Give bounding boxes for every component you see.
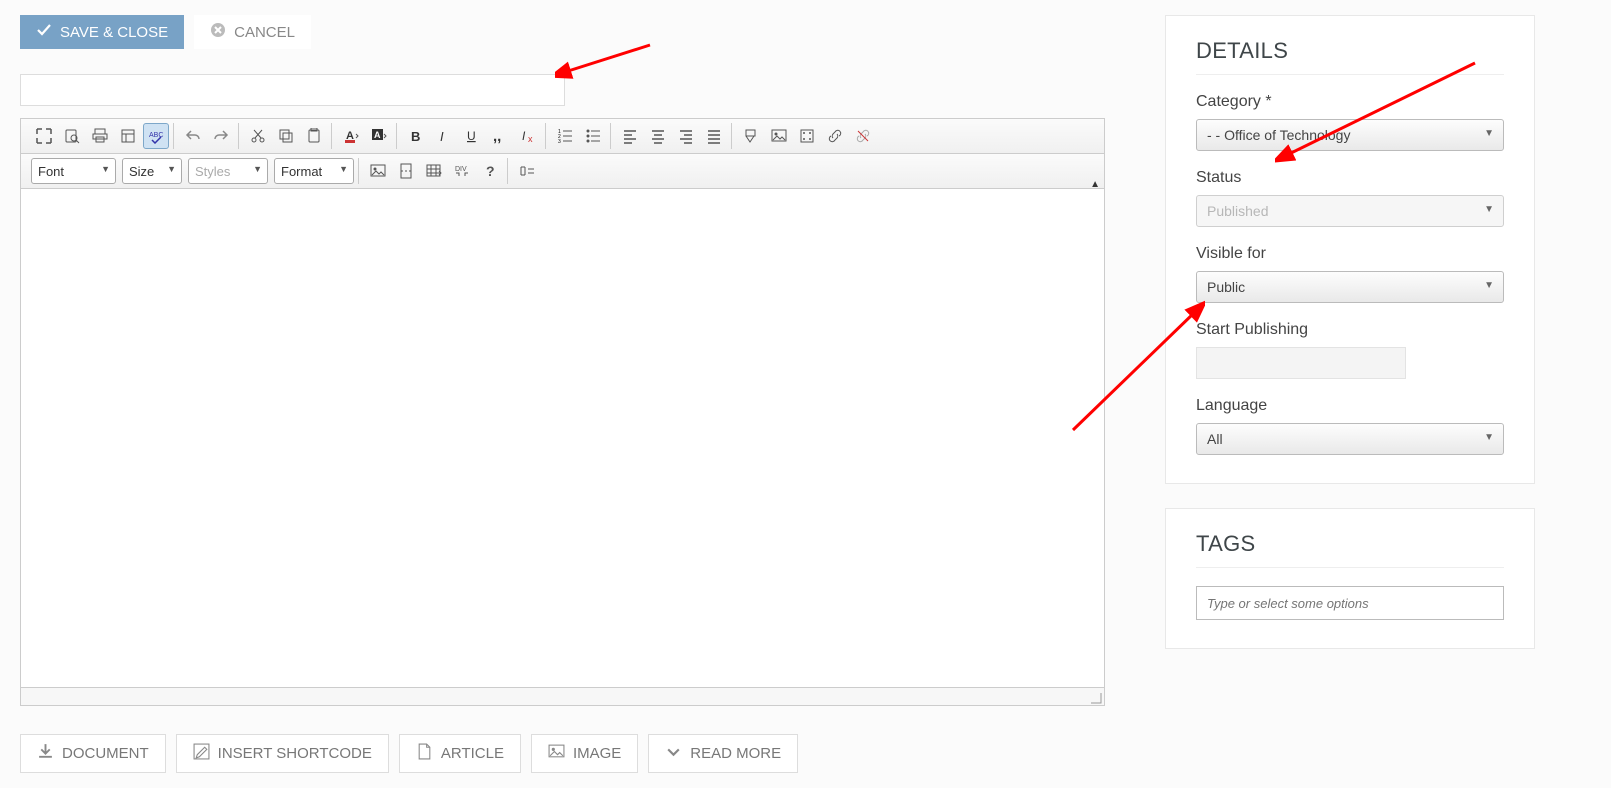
svg-text:,,: ,,: [493, 128, 501, 144]
read-more-label: READ MORE: [690, 745, 781, 762]
details-panel: DETAILS Category * - - Office of Technol…: [1165, 15, 1535, 484]
image-icon: [548, 743, 565, 764]
svg-text:3: 3: [558, 139, 561, 144]
bullet-list-icon[interactable]: [580, 123, 606, 149]
svg-text:A: A: [374, 130, 381, 140]
insert-shortcode-label: INSERT SHORTCODE: [218, 745, 372, 762]
underline-icon[interactable]: U: [459, 123, 485, 149]
align-center-icon[interactable]: [645, 123, 671, 149]
save-close-label: SAVE & CLOSE: [60, 24, 168, 41]
div-container-icon[interactable]: DIV: [449, 158, 475, 184]
size-select[interactable]: Size: [122, 158, 182, 184]
undo-icon[interactable]: [180, 123, 206, 149]
article-label: ARTICLE: [441, 745, 504, 762]
edit-icon: [193, 743, 210, 764]
save-close-button[interactable]: SAVE & CLOSE: [20, 15, 184, 49]
read-more-button[interactable]: READ MORE: [648, 734, 798, 773]
unlink-icon[interactable]: [850, 123, 876, 149]
bold-icon[interactable]: B: [403, 123, 429, 149]
svg-text:x: x: [528, 134, 533, 144]
svg-text:U: U: [467, 129, 476, 143]
document-button[interactable]: DOCUMENT: [20, 734, 166, 773]
help-icon[interactable]: ?: [477, 158, 503, 184]
image-button[interactable]: IMAGE: [531, 734, 638, 773]
cut-icon[interactable]: [245, 123, 271, 149]
bg-color-icon[interactable]: A: [366, 123, 392, 149]
file-icon: [416, 743, 433, 764]
maximize-icon[interactable]: [31, 123, 57, 149]
svg-text:?: ?: [486, 163, 495, 179]
insert-image-icon[interactable]: [365, 158, 391, 184]
remove-format-icon[interactable]: Ix: [515, 123, 541, 149]
document-label: DOCUMENT: [62, 745, 149, 762]
tags-input[interactable]: [1196, 586, 1504, 620]
preview-icon[interactable]: [59, 123, 85, 149]
download-icon: [37, 743, 54, 764]
article-button[interactable]: ARTICLE: [399, 734, 521, 773]
visible-for-select[interactable]: Public: [1196, 271, 1504, 303]
tags-panel: TAGS: [1165, 508, 1535, 649]
svg-text:I: I: [440, 129, 444, 144]
font-select[interactable]: Font: [31, 158, 116, 184]
insert-shortcode-button[interactable]: INSERT SHORTCODE: [176, 734, 389, 773]
show-blocks-icon[interactable]: [514, 158, 540, 184]
svg-text:DIV: DIV: [455, 166, 467, 173]
numbered-list-icon[interactable]: 123: [552, 123, 578, 149]
text-color-icon[interactable]: A: [338, 123, 364, 149]
svg-text:I: I: [522, 129, 526, 143]
templates-icon[interactable]: [115, 123, 141, 149]
svg-text:B: B: [411, 129, 420, 144]
rich-text-editor: ABC A A B I U: [20, 118, 1105, 706]
visible-for-label: Visible for: [1196, 245, 1504, 263]
resize-grip-icon[interactable]: [1090, 691, 1102, 703]
check-icon: [36, 22, 52, 42]
cancel-label: CANCEL: [234, 24, 295, 41]
flash-icon[interactable]: [794, 123, 820, 149]
editor-toolbar-row-2: Font Size Styles Format DIV ?: [21, 154, 1104, 189]
anchor-icon[interactable]: [738, 123, 764, 149]
collapse-toolbar-icon[interactable]: ▲: [1090, 179, 1100, 190]
chevron-down-icon: [665, 743, 682, 764]
italic-icon[interactable]: I: [431, 123, 457, 149]
editor-content-area[interactable]: [21, 189, 1104, 687]
print-icon[interactable]: [87, 123, 113, 149]
image-label: IMAGE: [573, 745, 621, 762]
tags-heading: TAGS: [1196, 531, 1504, 568]
link-icon[interactable]: [822, 123, 848, 149]
align-justify-icon[interactable]: [701, 123, 727, 149]
start-publishing-label: Start Publishing: [1196, 321, 1504, 339]
cancel-icon: [210, 22, 226, 42]
status-label: Status: [1196, 169, 1504, 187]
language-select[interactable]: All: [1196, 423, 1504, 455]
blockquote-icon[interactable]: ,,: [487, 123, 513, 149]
align-right-icon[interactable]: [673, 123, 699, 149]
start-publishing-input[interactable]: [1196, 347, 1406, 379]
title-input[interactable]: [20, 74, 565, 106]
page-break-icon[interactable]: [393, 158, 419, 184]
styles-select[interactable]: Styles: [188, 158, 268, 184]
language-label: Language: [1196, 397, 1504, 415]
status-select: Published: [1196, 195, 1504, 227]
svg-text:ABC: ABC: [149, 132, 163, 139]
editor-statusbar: [21, 687, 1104, 705]
spellcheck-icon[interactable]: ABC: [143, 123, 169, 149]
editor-toolbar-row-1: ABC A A B I U: [21, 119, 1104, 154]
paste-icon[interactable]: [301, 123, 327, 149]
copy-icon[interactable]: [273, 123, 299, 149]
category-select[interactable]: - - Office of Technology: [1196, 119, 1504, 151]
format-select[interactable]: Format: [274, 158, 354, 184]
align-left-icon[interactable]: [617, 123, 643, 149]
category-label: Category *: [1196, 93, 1504, 111]
details-heading: DETAILS: [1196, 38, 1504, 75]
table-icon[interactable]: [421, 158, 447, 184]
redo-icon[interactable]: [208, 123, 234, 149]
image-button-icon[interactable]: [766, 123, 792, 149]
cancel-button[interactable]: CANCEL: [194, 15, 311, 49]
